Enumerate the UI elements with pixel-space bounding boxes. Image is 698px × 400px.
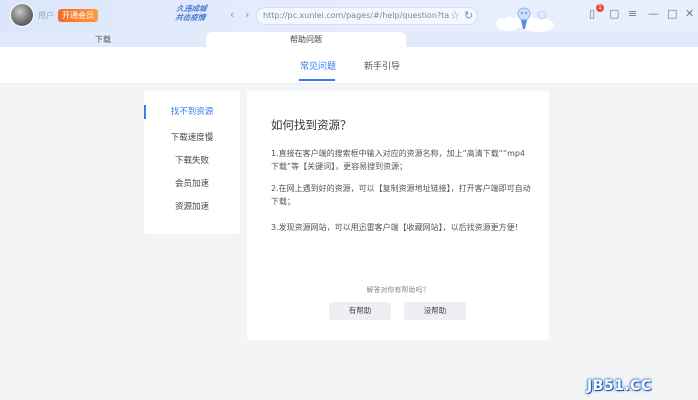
notification-badge: 1 — [596, 4, 604, 12]
subtab-guide[interactable]: 新手引导 — [364, 59, 400, 72]
site-watermark: JB51.CC — [587, 378, 652, 394]
star-icon[interactable]: ☆ — [450, 9, 460, 22]
helpful-no-button[interactable]: 没帮助 — [404, 302, 466, 320]
vip-button[interactable]: 开通会员 — [58, 9, 98, 22]
forward-arrow-icon[interactable]: › — [245, 9, 249, 21]
reload-icon[interactable]: ↻ — [464, 9, 473, 22]
title-bar: 用户 开通会员 久违成城 共击疫情 ‹ › http://pc.xunlei.c… — [0, 0, 698, 32]
close-icon[interactable]: ✕ — [685, 8, 694, 20]
answer-panel: 如何找到资源？ 1.直接在客户端的搜索框中输入对应的资源名称，加上“高清下载”“… — [247, 91, 549, 340]
tab-help[interactable]: 帮助问题 — [206, 32, 406, 47]
side-item-resource-speedup[interactable]: 资源加速 — [144, 196, 240, 218]
slogan-line-2: 共击疫情 — [174, 13, 206, 22]
answer-paragraph-1: 1.直接在客户端的搜索框中输入对应的资源名称，加上“高清下载”“mp4下载”等【… — [271, 149, 526, 171]
sub-tab-bar: 常见问题 新手引导 — [0, 47, 698, 84]
avatar[interactable] — [10, 3, 34, 27]
answer-paragraph-2: 2.在网上遇到好的资源，可以【复制资源地址链接】，打开客户端即可自动下载； — [271, 184, 531, 206]
page-tab-row: 下载 帮助问题 — [0, 32, 698, 47]
minimize-icon[interactable]: — — [648, 8, 659, 20]
settings-icon[interactable]: ▢ — [609, 8, 619, 20]
side-item-not-found[interactable]: 找不到资源 — [144, 101, 240, 123]
mascot-illustration-icon — [496, 7, 554, 32]
url-text[interactable]: http://pc.xunlei.com/pages/#/help/questi… — [263, 11, 449, 20]
back-arrow-icon[interactable]: ‹ — [230, 9, 234, 21]
slogan-line-1: 久违成城 — [176, 4, 208, 13]
address-bar[interactable]: http://pc.xunlei.com/pages/#/help/questi… — [256, 7, 478, 25]
slogan-banner: 久违成城 共击疫情 — [175, 4, 208, 22]
maximize-icon[interactable]: □ — [667, 8, 677, 20]
tab-download[interactable]: 下载 — [0, 32, 206, 47]
side-item-member-speedup[interactable]: 会员加速 — [144, 173, 240, 195]
menu-icon[interactable]: ≡ — [628, 8, 637, 20]
side-item-slow-download[interactable]: 下载速度慢 — [144, 127, 240, 149]
active-tab-underline — [299, 79, 335, 81]
helpful-yes-button[interactable]: 有帮助 — [329, 302, 391, 320]
username[interactable]: 用户 — [38, 10, 54, 21]
answer-paragraph-3: 3.发现资源网站，可以用迅雷客户端【收藏网站】，以后找资源更方便！ — [271, 223, 523, 232]
question-title: 如何找到资源？ — [271, 118, 352, 132]
subtab-faq[interactable]: 常见问题 — [300, 59, 336, 72]
side-menu: 找不到资源 下载速度慢 下载失败 会员加速 资源加速 — [144, 91, 240, 234]
side-item-download-failed[interactable]: 下载失败 — [144, 150, 240, 172]
helpful-question: 解答对你有帮助吗？ — [366, 286, 430, 294]
clipboard-icon[interactable]: ▯ — [589, 8, 595, 20]
